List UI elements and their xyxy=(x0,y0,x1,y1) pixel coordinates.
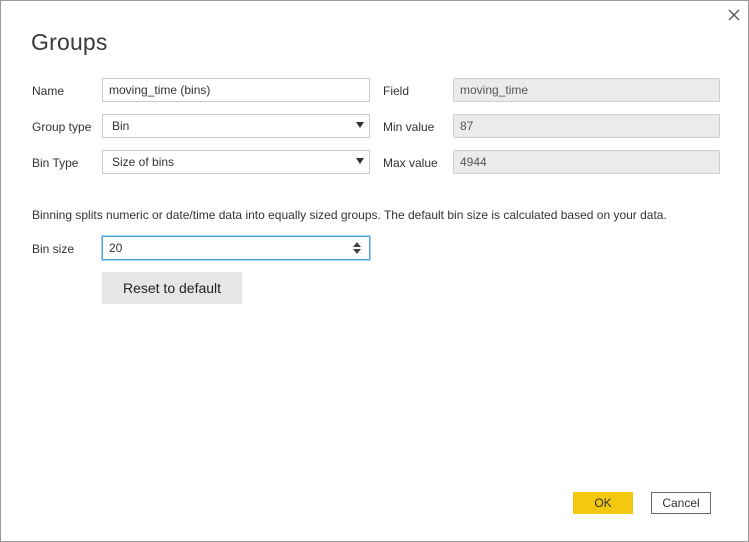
bin-size-label: Bin size xyxy=(32,242,75,256)
bin-type-label: Bin Type xyxy=(32,156,79,170)
field-label: Field xyxy=(383,84,410,98)
group-type-value: Bin xyxy=(112,119,130,133)
spinner-arrows-icon[interactable] xyxy=(353,241,361,255)
max-value: 4944 xyxy=(460,155,487,169)
binning-info-text: Binning splits numeric or date/time data… xyxy=(32,208,667,222)
reset-to-default-button[interactable]: Reset to default xyxy=(102,272,242,304)
close-icon[interactable] xyxy=(724,5,744,25)
spin-down-icon[interactable] xyxy=(353,249,361,254)
chevron-down-icon xyxy=(356,122,364,128)
min-value: 87 xyxy=(460,119,474,133)
cancel-button[interactable]: Cancel xyxy=(651,492,711,514)
chevron-down-icon xyxy=(356,158,364,164)
min-value-label: Min value xyxy=(383,120,435,134)
bin-type-select[interactable]: Size of bins xyxy=(102,150,370,174)
bin-type-value: Size of bins xyxy=(112,155,175,169)
bin-size-value: 20 xyxy=(109,241,123,255)
max-value-label: Max value xyxy=(383,156,438,170)
group-type-select[interactable]: Bin xyxy=(102,114,370,138)
min-value-readonly: 87 xyxy=(453,114,720,138)
field-readonly: moving_time xyxy=(453,78,720,102)
name-input[interactable]: moving_time (bins) xyxy=(102,78,370,102)
name-value: moving_time (bins) xyxy=(109,83,211,97)
dialog-title: Groups xyxy=(31,29,108,55)
bin-size-input[interactable]: 20 xyxy=(102,236,370,260)
name-label: Name xyxy=(32,84,65,98)
max-value-readonly: 4944 xyxy=(453,150,720,174)
spin-up-icon[interactable] xyxy=(353,242,361,247)
group-type-label: Group type xyxy=(32,120,92,134)
groups-dialog: Groups Name moving_time (bins) Field mov… xyxy=(0,0,749,542)
ok-button[interactable]: OK xyxy=(573,492,633,514)
field-value: moving_time xyxy=(460,83,529,97)
